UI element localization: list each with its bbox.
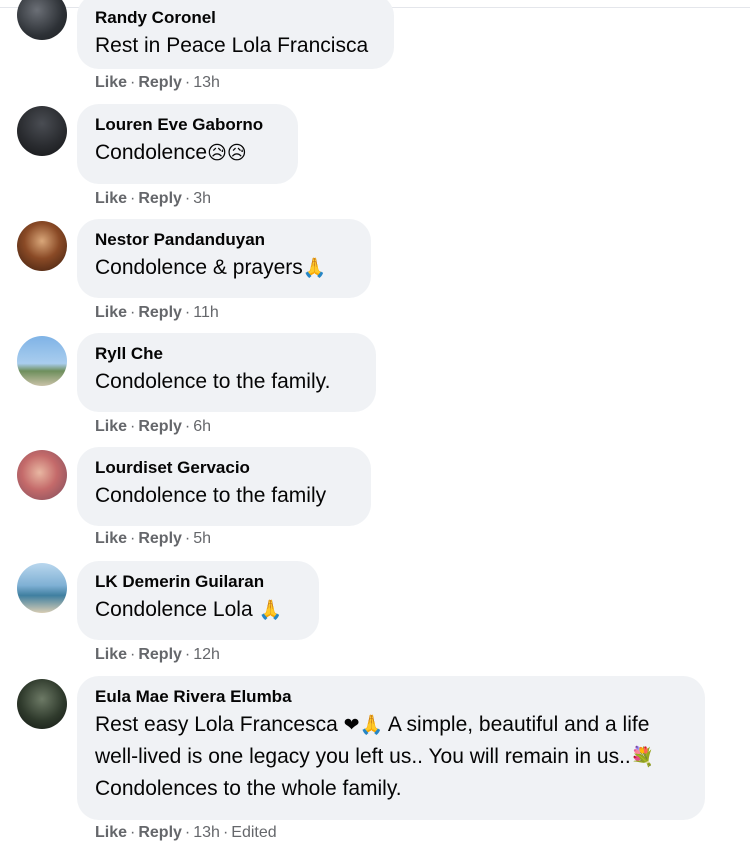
comment-bubble: Louren Eve Gaborno Condolence😥😥 — [77, 104, 298, 184]
separator: · — [130, 646, 136, 663]
avatar[interactable] — [17, 336, 67, 386]
reply-button[interactable]: Reply — [138, 530, 182, 547]
comment-author[interactable]: Eula Mae Rivera Elumba — [95, 685, 687, 709]
comment-list: Randy Coronel Rest in Peace Lola Francis… — [0, 0, 750, 852]
comment-author[interactable]: Ryll Che — [95, 342, 358, 366]
comment-text: Rest in Peace Lola Francisca — [95, 34, 369, 57]
comment-actions: Like · Reply · 11h — [95, 303, 219, 323]
comment-actions: Like · Reply · 3h — [95, 189, 211, 209]
edited-label: Edited — [231, 824, 277, 841]
separator: · — [222, 824, 229, 841]
comment-actions: Like · Reply · 5h — [95, 529, 211, 549]
comment-text: Condolence😥😥 — [95, 141, 247, 164]
separator: · — [130, 304, 136, 321]
separator: · — [130, 824, 136, 841]
comment-bubble: Lourdiset Gervacio Condolence to the fam… — [77, 447, 371, 526]
like-button[interactable]: Like — [95, 824, 127, 841]
separator: · — [130, 190, 136, 207]
separator: · — [184, 418, 191, 435]
like-button[interactable]: Like — [95, 74, 127, 91]
comment-timestamp[interactable]: 11h — [193, 304, 219, 321]
separator: · — [184, 74, 191, 91]
reply-button[interactable]: Reply — [138, 646, 182, 663]
like-button[interactable]: Like — [95, 190, 127, 207]
comment-author[interactable]: Nestor Pandanduyan — [95, 228, 353, 252]
reply-button[interactable]: Reply — [138, 190, 182, 207]
comment-actions: Like · Reply · 6h — [95, 417, 211, 437]
comment-bubble: Randy Coronel Rest in Peace Lola Francis… — [77, 0, 394, 69]
comment-bubble: LK Demerin Guilaran Condolence Lola 🙏 — [77, 561, 319, 640]
bouquet-emoji: 💐 — [630, 746, 655, 768]
comment-author[interactable]: LK Demerin Guilaran — [95, 570, 301, 594]
separator: · — [184, 530, 191, 547]
comment-author[interactable]: Louren Eve Gaborno — [95, 113, 280, 137]
comment-bubble: Nestor Pandanduyan Condolence & prayers🙏 — [77, 219, 371, 298]
reply-button[interactable]: Reply — [138, 824, 182, 841]
separator: · — [184, 824, 191, 841]
comment-text: Condolence to the family — [95, 484, 327, 507]
reply-button[interactable]: Reply — [138, 304, 182, 321]
separator: · — [184, 190, 191, 207]
avatar[interactable] — [17, 221, 67, 271]
avatar[interactable] — [17, 679, 67, 729]
reply-button[interactable]: Reply — [138, 74, 182, 91]
comment-timestamp[interactable]: 5h — [193, 530, 211, 547]
comment-text: Condolence & prayers🙏 — [95, 256, 327, 279]
separator: · — [130, 418, 136, 435]
comment-text: Condolence to the family. — [95, 370, 331, 393]
comment-timestamp[interactable]: 13h — [193, 824, 220, 841]
comment-bubble: Eula Mae Rivera Elumba Rest easy Lola Fr… — [77, 676, 705, 820]
reply-button[interactable]: Reply — [138, 418, 182, 435]
folded-hands-emoji: 🙏 — [302, 257, 327, 279]
like-button[interactable]: Like — [95, 304, 127, 321]
avatar[interactable] — [17, 563, 67, 613]
crying-face-emoji: 😥😥 — [207, 142, 247, 164]
separator: · — [184, 304, 191, 321]
comment-timestamp[interactable]: 13h — [193, 74, 220, 91]
separator: · — [130, 74, 136, 91]
avatar[interactable] — [17, 450, 67, 500]
like-button[interactable]: Like — [95, 418, 127, 435]
comment-author[interactable]: Randy Coronel — [95, 6, 376, 30]
comment-actions: Like · Reply · 12h — [95, 645, 220, 665]
avatar[interactable] — [17, 106, 67, 156]
separator: · — [130, 530, 136, 547]
heart-and-folded-hands-emoji: ❤🙏 — [343, 714, 384, 736]
like-button[interactable]: Like — [95, 530, 127, 547]
folded-hands-emoji: 🙏 — [258, 599, 283, 621]
comment-actions: Like · Reply · 13h · Edited — [95, 823, 277, 843]
comment-actions: Like · Reply · 13h — [95, 73, 220, 93]
comment-timestamp[interactable]: 3h — [193, 190, 211, 207]
comment-author[interactable]: Lourdiset Gervacio — [95, 456, 353, 480]
comment-text: Condolence Lola 🙏 — [95, 598, 283, 621]
comment-text: Rest easy Lola Francesca ❤🙏 A simple, be… — [95, 713, 655, 800]
comment-bubble: Ryll Che Condolence to the family. — [77, 333, 376, 412]
comment-timestamp[interactable]: 12h — [193, 646, 220, 663]
separator: · — [184, 646, 191, 663]
comment-timestamp[interactable]: 6h — [193, 418, 211, 435]
like-button[interactable]: Like — [95, 646, 127, 663]
avatar[interactable] — [17, 0, 67, 40]
